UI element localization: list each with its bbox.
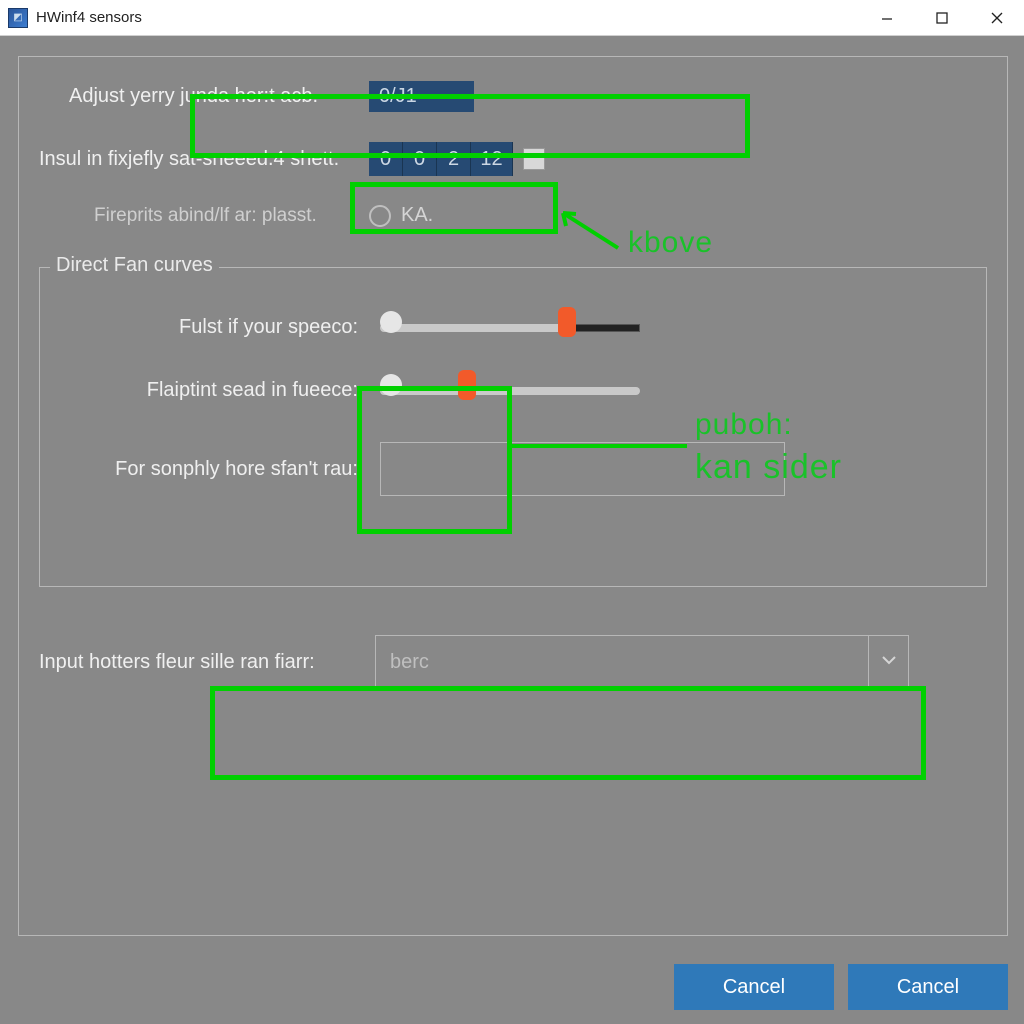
slider2-label: Flaiptint sead in fueece:: [60, 379, 380, 402]
button-bar: Cancel Cancel: [674, 964, 1008, 1010]
highlight-box-4: [210, 686, 926, 780]
cancel-button-left[interactable]: Cancel: [674, 964, 834, 1010]
titlebar: ◩ HWinf4 sensors: [0, 0, 1024, 36]
fan-curves-fieldset: Direct Fan curves Fulst if your speeco: …: [39, 267, 987, 587]
chevron-down-icon: [880, 651, 898, 674]
highlight-box-1: [190, 94, 750, 158]
minimize-button[interactable]: [859, 0, 914, 35]
combo-label: Input hotters fleur sille ran fiarr:: [39, 651, 375, 674]
fieldset-legend: Direct Fan curves: [50, 254, 219, 277]
cancel-button-right[interactable]: Cancel: [848, 964, 1008, 1010]
slider-speed-handle[interactable]: [558, 307, 576, 337]
arrow-1: [558, 208, 628, 263]
window-controls: [859, 0, 1024, 35]
combo-chevron-button[interactable]: [868, 636, 908, 688]
highlight-box-3: [357, 386, 512, 534]
arrow-2: [512, 436, 692, 461]
radio-row-label: Fireprits abind/lf ar: plasst.: [39, 205, 369, 227]
annot-kan-sider: kan sider: [695, 448, 842, 487]
app-icon: ◩: [8, 8, 28, 28]
window-title: HWinf4 sensors: [36, 9, 142, 26]
annot-puboh: puboh:: [695, 408, 793, 442]
annot-kbove: kbove: [628, 226, 713, 260]
slider1-label: Fulst if your speeco:: [60, 316, 380, 339]
slider-speed-knob[interactable]: [380, 311, 402, 333]
slider-speed[interactable]: [380, 318, 640, 338]
input-hotters-combo[interactable]: berc: [375, 635, 909, 689]
close-button[interactable]: [969, 0, 1024, 35]
highlight-box-2: [350, 182, 558, 234]
maximize-button[interactable]: [914, 0, 969, 35]
empty-input-label: For sonphly hore sfan't rau:: [60, 458, 380, 481]
combo-value: berc: [376, 651, 868, 674]
